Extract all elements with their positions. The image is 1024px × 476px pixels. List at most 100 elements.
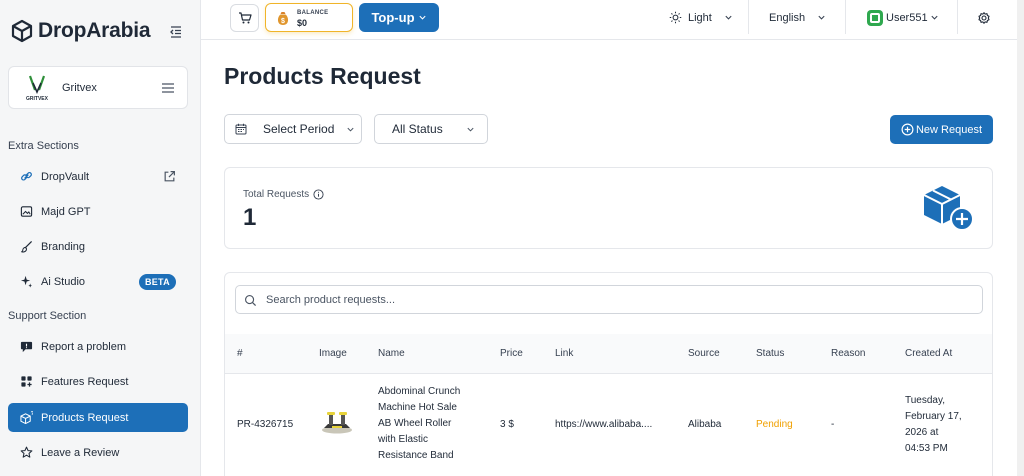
product-link[interactable]: https://www.alibaba.... (555, 417, 652, 433)
column-header-number: # (237, 348, 243, 359)
menu-icon[interactable] (161, 82, 175, 94)
sidebar-item-dropvault[interactable]: DropVault (8, 162, 188, 191)
plus-circle-icon (901, 123, 914, 136)
user-menu[interactable]: User551 (866, 0, 939, 35)
page-title: Products Request (224, 63, 421, 89)
theme-selector[interactable]: Light (669, 0, 733, 35)
star-icon (20, 446, 33, 458)
chevron-down-icon (725, 15, 732, 20)
chevron-down-icon (467, 127, 474, 132)
sidebar-item-ai-studio[interactable]: Ai Studio BETA (8, 267, 188, 296)
created-at: Tuesday, February 17, 2026 at 04:53 PM (905, 393, 962, 457)
calendar-icon (235, 123, 247, 135)
avatar-icon (867, 9, 883, 26)
extra-sections-title: Extra Sections (8, 140, 79, 152)
beta-badge: BETA (138, 274, 176, 290)
sidebar-item-label: DropVault (41, 170, 90, 183)
created-at-line: 2026 at (905, 427, 939, 438)
gear-icon[interactable] (977, 11, 991, 25)
status-filter[interactable]: All Status (374, 114, 488, 144)
balance-value: $0 (297, 18, 308, 28)
svg-text:$: $ (281, 18, 285, 25)
status-filter-label: All Status (392, 122, 443, 136)
total-requests-card: Total Requests 1 (224, 167, 993, 249)
created-at-line: February 17, (905, 411, 962, 422)
column-header-price: Price (500, 348, 523, 359)
product-thumbnail[interactable] (320, 409, 354, 435)
link-chain-icon (21, 171, 32, 181)
chevron-down-icon (347, 127, 354, 132)
brush-icon (21, 240, 33, 253)
product-name-line: Machine Hot Sale (378, 402, 457, 413)
search-box[interactable] (235, 285, 983, 314)
language-selector[interactable]: English (769, 0, 826, 35)
sidebar-item-report-problem[interactable]: Report a problem (8, 332, 188, 361)
topup-label: Top-up (371, 10, 415, 25)
chat-alert-icon (20, 341, 33, 353)
balance-display[interactable]: $ BALANCE $0 (265, 3, 353, 32)
period-filter-label: Select Period (263, 122, 335, 136)
created-at-line: 04:53 PM (905, 443, 948, 454)
topbar-divider (845, 0, 846, 34)
search-input[interactable] (266, 286, 966, 313)
brand-name: DropArabia (38, 19, 151, 42)
support-section-title: Support Section (8, 310, 87, 322)
requests-table-card: # Image Name Price Link Source Status Re… (224, 272, 993, 476)
request-reason: - (831, 419, 835, 430)
info-icon[interactable] (313, 189, 324, 200)
topbar-divider (748, 0, 749, 34)
period-filter[interactable]: Select Period (224, 114, 362, 144)
sidebar-item-branding[interactable]: Branding (8, 232, 188, 261)
sidebar-item-features-request[interactable]: Features Request (8, 367, 188, 396)
theme-label: Light (688, 11, 712, 24)
sidebar: DropArabia GRITVEX Gritvex Extra Section… (0, 0, 201, 476)
topbar-divider (957, 0, 958, 34)
product-name-line: with Elastic (378, 434, 429, 445)
chevron-down-icon (418, 15, 426, 20)
store-logo-text: GRITVEX (26, 96, 49, 102)
product-price: 3 $ (500, 419, 514, 430)
sidebar-item-products-request[interactable]: ? Products Request (8, 403, 188, 432)
chevron-down-icon (930, 15, 938, 20)
box-plus-icon (923, 186, 974, 231)
status-badge: Pending (756, 419, 793, 430)
money-bag-icon: $ (277, 12, 289, 25)
cube-logo-icon (11, 19, 33, 43)
store-name: Gritvex (62, 82, 97, 94)
topup-button[interactable]: Top-up (359, 3, 439, 32)
table-header: # Image Name Price Link Source Status Re… (225, 334, 992, 374)
search-icon (245, 295, 257, 307)
user-label: User551 (886, 11, 928, 24)
page-scrollbar[interactable] (1017, 0, 1024, 476)
created-at-line: Tuesday, (905, 395, 946, 406)
column-header-source: Source (688, 348, 720, 359)
sidebar-item-leave-review[interactable]: Leave a Review (8, 438, 188, 467)
product-name-line: AB Wheel Roller (378, 418, 452, 429)
sidebar-item-label: Majd GPT (41, 205, 91, 218)
column-header-status: Status (756, 348, 785, 359)
total-requests-label-row: Total Requests (243, 189, 324, 200)
product-name-line: Resistance Band (378, 450, 454, 461)
balance-label: BALANCE (297, 10, 329, 16)
request-id: PR-4326715 (237, 419, 294, 430)
column-header-created-at: Created At (905, 348, 953, 359)
store-logo-icon: GRITVEX (26, 75, 49, 102)
external-link-icon (164, 171, 175, 182)
image-icon (20, 206, 33, 217)
sidebar-item-label: Leave a Review (41, 446, 120, 459)
cart-button[interactable] (230, 4, 259, 32)
total-requests-value: 1 (243, 204, 257, 231)
column-header-reason: Reason (831, 348, 866, 359)
collapse-sidebar-icon[interactable] (168, 24, 184, 40)
svg-text:?: ? (31, 411, 33, 417)
sidebar-item-majd-gpt[interactable]: Majd GPT (8, 197, 188, 226)
brand-logo[interactable]: DropArabia (10, 19, 151, 43)
new-request-button[interactable]: New Request (890, 115, 993, 144)
language-label: English (769, 11, 806, 24)
store-selector[interactable]: GRITVEX Gritvex (8, 66, 188, 109)
product-name-line: Abdominal Crunch (378, 386, 461, 397)
topbar: $ BALANCE $0 Top-up Light English User55… (201, 0, 1017, 40)
sparkle-icon (20, 275, 33, 288)
total-requests-label: Total Requests (243, 189, 310, 200)
sidebar-item-label: Products Request (41, 411, 129, 424)
